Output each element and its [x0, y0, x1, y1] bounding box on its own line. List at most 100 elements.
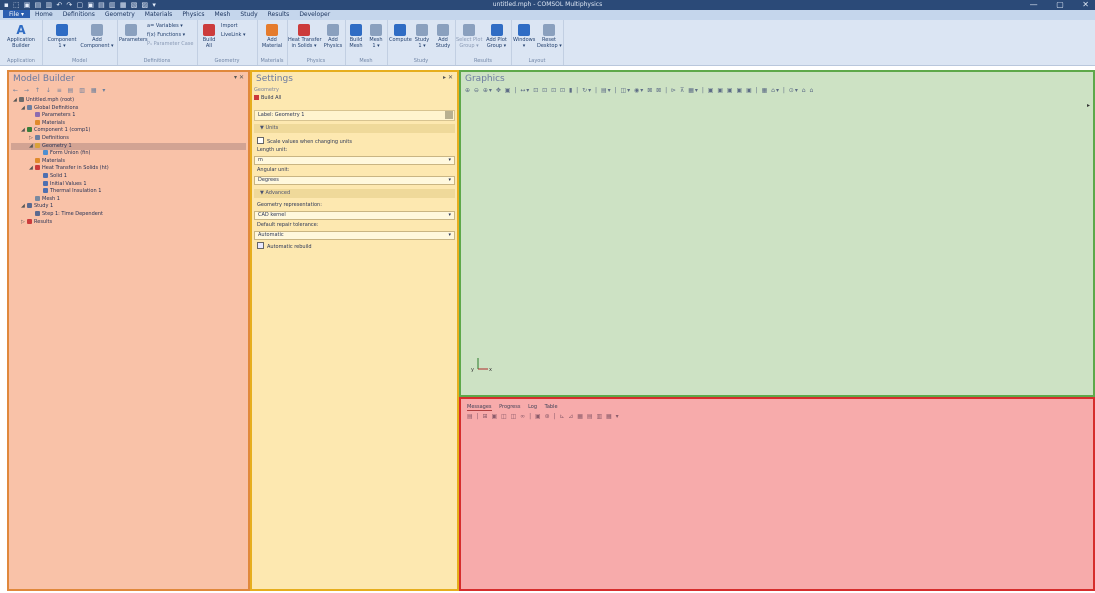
reset-label-icon[interactable] — [445, 111, 453, 119]
parameters-icon — [35, 112, 40, 118]
messages-toolbar[interactable]: ▤ | ⊞ ▣ ◫ ◫ ∞ | ▣ ⊛ | ⊾ ⊿ ▦ ▤ ▥ ▦ ▾ — [467, 413, 620, 420]
reset-desktop-button[interactable]: Reset Desktop ▾ — [537, 24, 562, 49]
heat-transfer-button[interactable]: Heat Transfer in Solids ▾ — [288, 24, 322, 49]
scale-values-checkbox[interactable] — [257, 137, 264, 144]
tree-item[interactable]: ◢ Geometry 1 — [11, 142, 246, 151]
select-plot-icon — [463, 24, 475, 36]
ribbon-group-model: Component 1 ▾ Add Component ▾ Model — [42, 20, 118, 65]
import-button[interactable]: Import — [221, 23, 238, 29]
ribbon-group-mesh: Build Mesh Mesh 1 ▾ Mesh — [345, 20, 388, 65]
tree-item[interactable]: Parameters 1 — [11, 112, 246, 120]
label-field[interactable]: Label: Geometry 1 — [254, 110, 455, 121]
automatic-rebuild-option[interactable]: Automatic rebuild — [254, 242, 455, 250]
tree-item[interactable]: ◢ Untitled.mph (root) — [11, 97, 246, 105]
windows-button[interactable]: Windows ▾ — [513, 24, 535, 49]
variables-button[interactable]: a= Variables ▾ — [147, 23, 183, 29]
menu-materials[interactable]: Materials — [140, 10, 178, 18]
build-all-icon — [203, 24, 215, 36]
group-caption: Model — [71, 58, 87, 64]
select-plot-group-button[interactable]: Select Plot Group ▾ — [456, 24, 482, 49]
tree-item[interactable]: Form Union (fin) — [11, 150, 246, 158]
menu-bar: File ▾ Home Definitions Geometry Materials Ph… — [0, 10, 1095, 20]
tree-item-label: Untitled.mph (root) — [26, 97, 75, 103]
tree-item-label: Geometry 1 — [42, 142, 72, 149]
parameters-button[interactable]: Parameters — [119, 24, 148, 43]
tree-item[interactable]: ▷ Definitions — [11, 134, 246, 143]
menu-mesh[interactable]: Mesh — [210, 10, 236, 18]
add-study-button[interactable]: Add Study — [433, 24, 453, 49]
ribbon: A Application Builder Application Compon… — [0, 20, 1095, 66]
close-icon[interactable]: ✕ — [1082, 0, 1089, 9]
menu-definitions[interactable]: Definitions — [58, 10, 100, 18]
tree-item[interactable]: ▷ Results — [11, 218, 246, 227]
livelink-button[interactable]: LiveLink ▾ — [221, 32, 246, 38]
graphics-toolbar[interactable]: ⊕ ⊖ ⊕▾ ✥ ▣ | ↔▾ ⊡ ⊡ ⊡ ⊡ ▮ | ↻▾ | ▤▾ | ◫▾… — [465, 87, 814, 94]
geometry-representation-select[interactable]: CAD kernel ▾ — [254, 211, 455, 220]
advanced-section-header[interactable]: ▼ Advanced — [254, 189, 455, 198]
add-plot-group-button[interactable]: Add Plot Group ▾ — [483, 24, 510, 49]
tree-item[interactable]: ◢ Global Definitions — [11, 104, 246, 113]
add-plot-icon — [490, 24, 503, 36]
build-all-button[interactable]: Build All — [200, 24, 218, 49]
maximize-icon[interactable]: ▢ — [1056, 0, 1064, 9]
panel-pin-icon[interactable]: ▾ ✕ — [234, 74, 244, 81]
tab-table[interactable]: Table — [545, 404, 558, 410]
add-component-icon — [91, 24, 103, 36]
file-menu[interactable]: File ▾ — [3, 10, 30, 18]
menu-home[interactable]: Home — [30, 10, 58, 18]
functions-button[interactable]: f(x) Functions ▾ — [147, 32, 185, 38]
tree-item[interactable]: Step 1: Time Dependent — [11, 210, 246, 219]
tree-item-label: Initial Values 1 — [50, 180, 87, 187]
tab-messages[interactable]: Messages — [467, 404, 492, 411]
minimize-icon[interactable]: — — [1030, 0, 1038, 9]
parameter-case-button[interactable]: P₁ Parameter Case — [147, 41, 193, 47]
tree-item[interactable]: ◢ Heat Transfer in Solids (ht) — [11, 165, 246, 173]
tree-item[interactable]: Initial Values 1 — [11, 180, 246, 189]
menu-physics[interactable]: Physics — [177, 10, 209, 18]
units-section-header[interactable]: ▼ Units — [254, 124, 455, 133]
panel-close-icon[interactable]: ▸ ✕ — [443, 74, 453, 81]
tree-item[interactable]: ◢ Component 1 (comp1) — [11, 127, 246, 135]
length-unit-caption: Length unit: — [257, 147, 288, 153]
model-builder-panel: Model Builder ▾ ✕ ← → ↑ ↓ ≡ ▤ ▥ ▦ ▾ ◢ Unt… — [7, 70, 250, 591]
add-physics-button[interactable]: Add Physics — [322, 24, 344, 49]
tree-item[interactable]: Thermal Insulation 1 — [11, 188, 246, 196]
tree-item[interactable]: Materials — [11, 157, 246, 166]
menu-geometry[interactable]: Geometry — [100, 10, 140, 18]
tree-item-label: Parameters 1 — [42, 112, 76, 119]
reset-desktop-icon — [543, 24, 555, 36]
group-caption: Results — [473, 58, 493, 64]
length-unit-select[interactable]: m ▾ — [254, 156, 455, 165]
tree-item[interactable]: ◢ Study 1 — [11, 203, 246, 211]
study-icon — [27, 203, 32, 209]
thermal-insulation-icon — [43, 188, 48, 194]
angular-unit-select[interactable]: Degrees ▾ — [254, 176, 455, 185]
tree-item-label: Results — [34, 218, 53, 225]
scale-values-option[interactable]: Scale values when changing units — [254, 137, 455, 145]
menu-developer[interactable]: Developer — [294, 10, 335, 18]
menu-study[interactable]: Study — [235, 10, 262, 18]
default-repair-select[interactable]: Automatic ▾ — [254, 231, 455, 240]
build-all-link[interactable]: Build All — [254, 95, 455, 101]
form-union-icon — [43, 150, 48, 156]
mesh-button[interactable]: Mesh 1 ▾ — [367, 24, 385, 49]
add-material-button[interactable]: Add Material — [259, 24, 285, 49]
model-builder-toolbar[interactable]: ← → ↑ ↓ ≡ ▤ ▥ ▦ ▾ — [13, 87, 107, 94]
add-study-icon — [437, 24, 449, 36]
tree-item[interactable]: Materials — [11, 119, 246, 128]
automatic-rebuild-checkbox[interactable] — [257, 242, 264, 249]
build-mesh-button[interactable]: Build Mesh — [347, 24, 365, 49]
expand-arrow-icon[interactable]: ▸ — [1087, 102, 1090, 109]
compute-button[interactable]: Compute — [389, 24, 412, 43]
add-component-button[interactable]: Add Component ▾ — [80, 24, 114, 49]
tab-progress[interactable]: Progress — [499, 404, 520, 410]
mesh-icon — [370, 24, 382, 36]
application-builder-button[interactable]: A Application Builder — [4, 24, 38, 49]
study-button[interactable]: Study 1 ▾ — [412, 24, 432, 49]
tree-item-label: Form Union (fin) — [50, 150, 91, 157]
tree-item[interactable]: Mesh 1 — [11, 195, 246, 204]
menu-results[interactable]: Results — [263, 10, 295, 18]
component-button[interactable]: Component 1 ▾ — [46, 24, 78, 49]
tree-item[interactable]: Solid 1 — [11, 172, 246, 181]
tab-log[interactable]: Log — [528, 404, 537, 410]
